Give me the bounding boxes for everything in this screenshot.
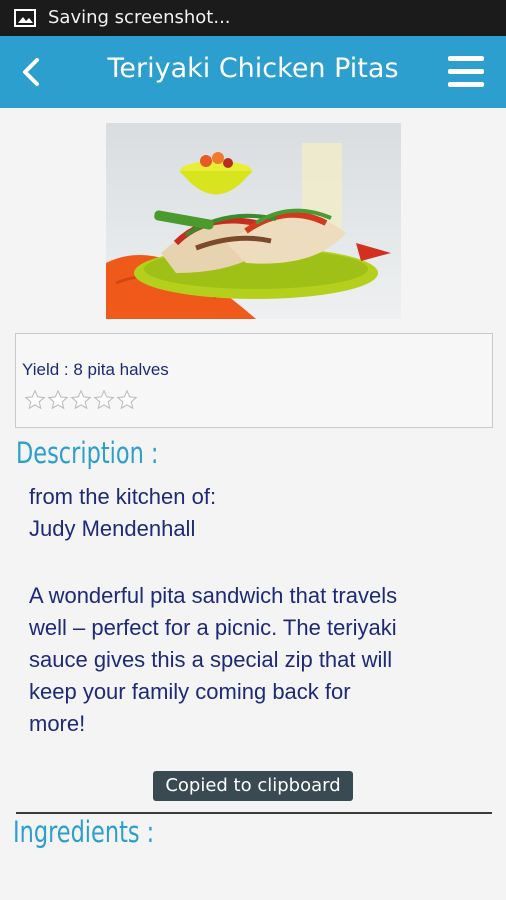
page-title: Teriyaki Chicken Pitas [107, 53, 399, 84]
description-heading: Description : [16, 436, 159, 470]
recipe-info-box: Yield : 8 pita halves [15, 333, 493, 428]
description-author: Judy Mendenhall [29, 516, 196, 541]
ingredients-heading: Ingredients : [13, 815, 155, 849]
app-bar: Teriyaki Chicken Pitas [0, 36, 506, 108]
back-arrow-icon[interactable] [12, 50, 52, 94]
status-bar: Saving screenshot... [0, 0, 506, 36]
star-icon[interactable] [24, 389, 46, 411]
description-body-line: well – perfect for a picnic. The teriyak… [29, 615, 397, 640]
section-divider [16, 812, 492, 814]
copied-toast: Copied to clipboard [153, 771, 353, 801]
description-body-line: A wonderful pita sandwich that travels [29, 583, 398, 608]
star-icon[interactable] [116, 389, 138, 411]
description-body-line: more! [29, 711, 86, 736]
recipe-photo [106, 123, 401, 319]
star-icon[interactable] [93, 389, 115, 411]
description-from-line: from the kitchen of: [29, 484, 217, 509]
star-icon[interactable] [47, 389, 69, 411]
hamburger-menu-icon[interactable] [444, 54, 488, 90]
rating-stars[interactable] [24, 389, 139, 419]
description-body-line: keep your family coming back for [29, 679, 351, 704]
image-icon [14, 9, 36, 27]
star-icon[interactable] [70, 389, 92, 411]
yield-text: Yield : 8 pita halves [22, 360, 169, 379]
description-body-line: sauce gives this a special zip that will [29, 647, 393, 672]
status-notification-text: Saving screenshot... [48, 7, 231, 28]
